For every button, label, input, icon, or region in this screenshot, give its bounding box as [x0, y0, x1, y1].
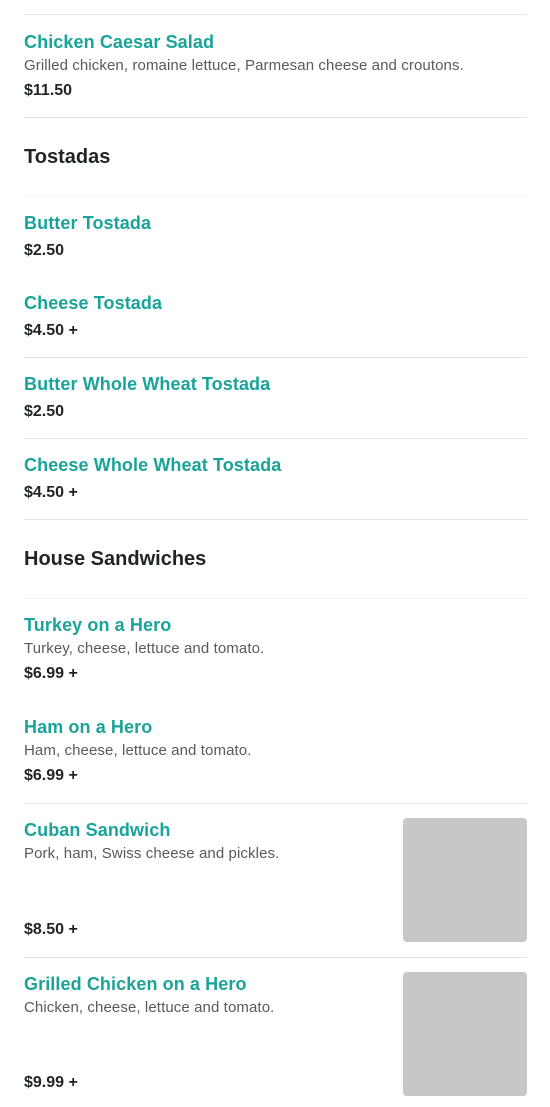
menu-item-chicken-caesar-salad[interactable]: Chicken Caesar Salad Grilled chicken, ro… [24, 15, 527, 118]
item-name: Ham on a Hero [24, 717, 153, 737]
item-name: Grilled Chicken on a Hero [24, 974, 247, 994]
menu-item-cheese-whole-wheat-tostada[interactable]: Cheese Whole Wheat Tostada $4.50 + [24, 439, 527, 520]
menu-item-cheese-tostada[interactable]: Cheese Tostada $4.50 + [24, 277, 527, 358]
item-price: $8.50 + [24, 921, 78, 938]
item-name: Chicken Caesar Salad [24, 32, 215, 52]
item-description: Grilled chicken, romaine lettuce, Parmes… [24, 57, 464, 74]
section-title-house-sandwiches: House Sandwiches [24, 548, 207, 570]
menu-item-grilled-chicken-on-a-hero[interactable]: Grilled Chicken on a Hero Chicken, chees… [24, 958, 527, 1107]
item-name: Butter Tostada [24, 213, 152, 233]
item-name: Butter Whole Wheat Tostada [24, 374, 271, 394]
item-image [403, 972, 527, 1096]
item-price: $6.99 + [24, 767, 78, 784]
menu-item-butter-tostada[interactable]: Butter Tostada $2.50 [24, 196, 527, 278]
item-price: $6.99 + [24, 665, 78, 682]
item-name: Cheese Tostada [24, 293, 163, 313]
section-title-tostadas: Tostadas [24, 146, 111, 168]
menu-item-turkey-on-a-hero[interactable]: Turkey on a Hero Turkey, cheese, lettuce… [24, 598, 527, 702]
item-description: Pork, ham, Swiss cheese and pickles. [24, 845, 280, 862]
item-name: Cuban Sandwich [24, 820, 171, 840]
item-description: Chicken, cheese, lettuce and tomato. [24, 999, 275, 1016]
item-name: Turkey on a Hero [24, 615, 172, 635]
item-price: $4.50 + [24, 322, 78, 339]
item-price: $2.50 [24, 242, 65, 259]
item-price: $9.99 + [24, 1074, 78, 1091]
item-price: $4.50 + [24, 484, 78, 501]
item-description: Ham, cheese, lettuce and tomato. [24, 742, 252, 759]
item-name: Cheese Whole Wheat Tostada [24, 455, 282, 475]
item-description: Turkey, cheese, lettuce and tomato. [24, 640, 265, 657]
menu-item-cuban-sandwich[interactable]: Cuban Sandwich Pork, ham, Swiss cheese a… [24, 804, 527, 958]
item-price: $11.50 [24, 82, 73, 99]
item-image [403, 818, 527, 942]
item-price: $2.50 [24, 403, 65, 420]
menu-item-ham-on-a-hero[interactable]: Ham on a Hero Ham, cheese, lettuce and t… [24, 701, 527, 804]
menu-item-butter-whole-wheat-tostada[interactable]: Butter Whole Wheat Tostada $2.50 [24, 358, 527, 439]
